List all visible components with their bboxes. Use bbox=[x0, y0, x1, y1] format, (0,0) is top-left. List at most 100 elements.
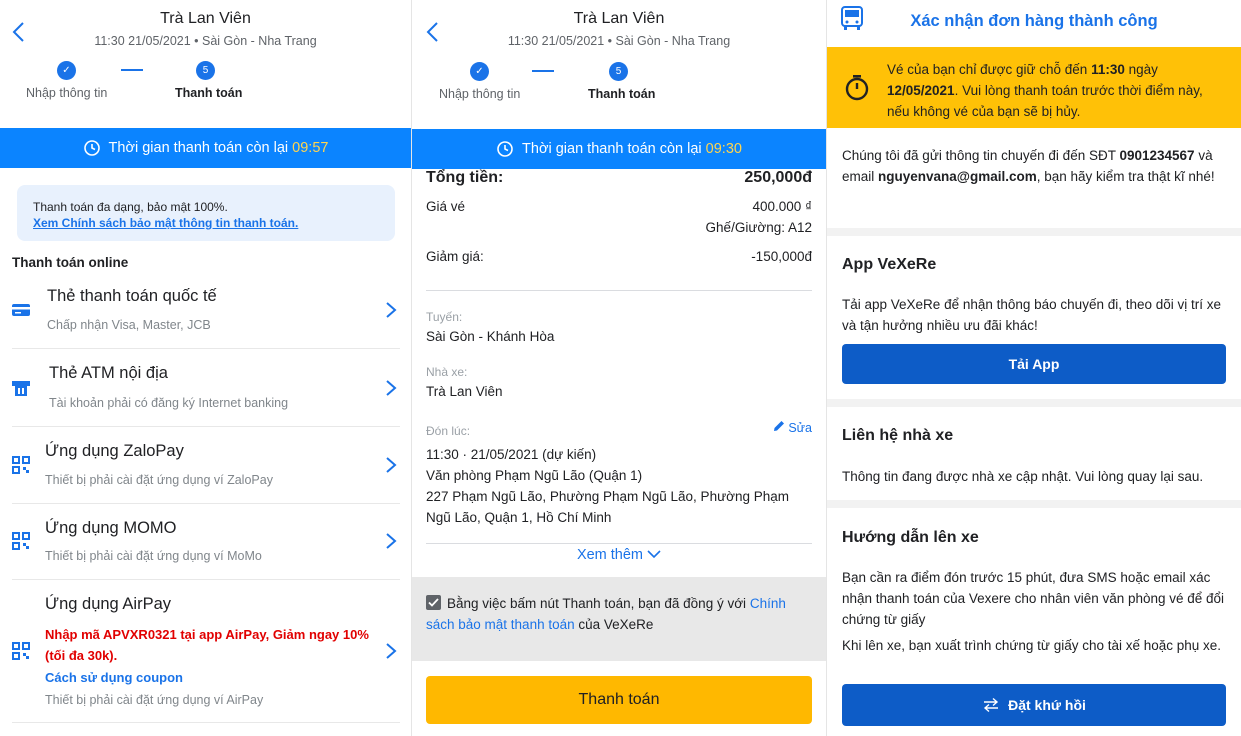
show-more-label: Xem thêm bbox=[576, 547, 644, 563]
qr-code-icon bbox=[12, 456, 30, 474]
timer-label: Thời gian thanh toán còn lại bbox=[108, 140, 289, 156]
sent-info: Chúng tôi đã gửi thông tin chuyến đi đến… bbox=[842, 145, 1226, 187]
step-current-number: 5 bbox=[609, 62, 628, 81]
method-name: Thẻ ATM nội địa bbox=[49, 364, 168, 382]
sent-text-1: Chúng tôi đã gửi thông tin chuyến đi đến… bbox=[842, 148, 1116, 163]
discount-label: Giảm giá: bbox=[426, 249, 484, 264]
confirmation-screen: Xác nhận đơn hàng thành công Vé của bạn … bbox=[827, 0, 1241, 736]
email-address: nguyenvana@gmail.com bbox=[878, 169, 1037, 184]
warn-text-2: ngày bbox=[1128, 62, 1158, 77]
price-label: Giá vé bbox=[426, 199, 466, 214]
app-section-title: App VeXeRe bbox=[842, 256, 937, 273]
pickup-address: 227 Phạm Ngũ Lão, Phường Phạm Ngũ Lão, P… bbox=[426, 489, 789, 525]
agree-checkbox[interactable] bbox=[426, 595, 441, 610]
step-payment-label: Thanh toán bbox=[588, 87, 656, 101]
payment-timer-bar: Thời gian thanh toán còn lại 09:57 bbox=[0, 128, 411, 168]
clock-icon bbox=[497, 141, 513, 157]
section-title: Thanh toán online bbox=[12, 255, 129, 270]
contact-section-title: Liên hệ nhà xe bbox=[842, 427, 954, 444]
security-notice: Thanh toán đa dạng, bảo mật 100%. Xem Ch… bbox=[17, 185, 395, 241]
total-label: Tổng tiền: bbox=[426, 169, 504, 186]
section-separator bbox=[827, 399, 1241, 407]
chevron-right-icon bbox=[386, 643, 397, 659]
guide-step-1: Bạn cần ra điểm đón trước 15 phút, đưa S… bbox=[842, 570, 1225, 627]
agree-suffix: của VeXeRe bbox=[578, 617, 654, 632]
header: Trà Lan Viên 11:30 21/05/2021 • Sài Gòn … bbox=[0, 0, 411, 128]
reservation-warning: Vé của bạn chỉ được giữ chỗ đến 11:30 ng… bbox=[827, 47, 1241, 128]
total-value: 250,000đ bbox=[744, 169, 812, 186]
timer-label: Thời gian thanh toán còn lại bbox=[522, 141, 702, 157]
step-payment-label: Thanh toán bbox=[175, 86, 243, 100]
method-name: Thẻ thanh toán quốc tế bbox=[47, 287, 217, 305]
method-desc: Thiết bị phải cài đặt ứng dụng ví AirPay bbox=[45, 693, 264, 707]
operator-label: Nhà xe: bbox=[426, 365, 468, 379]
swap-arrows-icon bbox=[984, 697, 999, 713]
edit-pickup-button[interactable]: Sửa bbox=[773, 420, 812, 435]
method-name: Ứng dụng ZaloPay bbox=[45, 442, 184, 460]
order-summary-screen: Trà Lan Viên 11:30 21/05/2021 • Sài Gòn … bbox=[412, 0, 826, 736]
warn-text-1: Vé của bạn chỉ được giữ chỗ đến bbox=[887, 62, 1088, 77]
chevron-right-icon bbox=[386, 457, 397, 473]
warn-time: 11:30 bbox=[1091, 62, 1125, 77]
download-app-button[interactable]: Tải App bbox=[842, 344, 1226, 384]
method-name: Ứng dụng AirPay bbox=[45, 595, 172, 613]
section-separator bbox=[827, 228, 1241, 236]
pickup-label: Đón lúc: bbox=[426, 424, 471, 438]
operator-value: Trà Lan Viên bbox=[426, 384, 503, 399]
timer-value: 09:57 bbox=[292, 140, 329, 156]
method-zalopay[interactable]: Ứng dụng ZaloPay Thiết bị phải cài đặt ứ… bbox=[12, 427, 400, 504]
method-atm-card[interactable]: Thẻ ATM nội địa Tài khoản phải có đăng k… bbox=[12, 349, 400, 427]
show-more-button[interactable]: Xem thêm bbox=[412, 547, 826, 563]
terms-agreement: Bằng việc bấm nút Thanh toán, bạn đã đồn… bbox=[412, 577, 826, 661]
checkmark-icon bbox=[428, 598, 439, 607]
header: Trà Lan Viên 11:30 21/05/2021 • Sài Gòn … bbox=[412, 0, 826, 128]
coupon-guide-link[interactable]: Cách sử dụng coupon bbox=[45, 670, 183, 685]
clock-icon bbox=[83, 140, 100, 156]
method-international-card[interactable]: Thẻ thanh toán quốc tế Chấp nhận Visa, M… bbox=[12, 272, 400, 349]
method-airpay[interactable]: Ứng dụng AirPay Nhập mã APVXR0321 tại ap… bbox=[12, 580, 400, 723]
guide-step-2: Khi lên xe, bạn xuất trình chứng từ giấy… bbox=[842, 638, 1222, 653]
qr-code-icon bbox=[12, 642, 30, 660]
chevron-right-icon bbox=[386, 533, 397, 549]
guide-section-title: Hướng dẫn lên xe bbox=[842, 529, 979, 546]
atm-card-icon bbox=[12, 381, 30, 396]
total-row: Tổng tiền: 250,000đ bbox=[426, 169, 812, 187]
privacy-policy-link[interactable]: Xem Chính sách bảo mật thông tin thanh t… bbox=[33, 215, 379, 231]
price-value: 400.000 ₫ bbox=[752, 199, 812, 214]
credit-card-icon bbox=[12, 304, 30, 316]
trip-subtitle: 11:30 21/05/2021 • Sài Gòn - Nha Trang bbox=[94, 34, 317, 48]
divider bbox=[426, 543, 812, 544]
method-desc: Tài khoản phải có đăng ký Internet banki… bbox=[49, 396, 289, 410]
book-return-label: Đặt khứ hồi bbox=[1008, 697, 1086, 713]
book-return-button[interactable]: Đặt khứ hồi bbox=[842, 684, 1226, 726]
divider bbox=[426, 290, 812, 291]
contact-description: Thông tin đang được nhà xe cập nhật. Vui… bbox=[842, 469, 1204, 484]
step-divider bbox=[532, 70, 554, 72]
chevron-right-icon bbox=[386, 302, 397, 318]
step-done-icon: ✓ bbox=[57, 61, 76, 80]
pickup-time: 11:30 · 21/05/2021 (dự kiến) bbox=[426, 447, 597, 462]
route-value: Sài Gòn - Khánh Hòa bbox=[426, 329, 555, 344]
sent-text-3: , bạn hãy kiểm tra thật kĩ nhé! bbox=[1036, 169, 1215, 184]
step-input-label: Nhập thông tin bbox=[26, 86, 108, 100]
step-done-icon: ✓ bbox=[470, 62, 489, 81]
payment-method-screen: Trà Lan Viên 11:30 21/05/2021 • Sài Gòn … bbox=[0, 0, 411, 736]
confirmation-title: Xác nhận đơn hàng thành công bbox=[910, 12, 1158, 30]
chevron-down-icon bbox=[647, 550, 661, 559]
method-desc: Thiết bị phải cài đặt ứng dụng ví ZaloPa… bbox=[45, 473, 273, 487]
timer-value: 09:30 bbox=[705, 141, 742, 157]
discount-value: -150,000đ bbox=[751, 249, 812, 264]
discount-row: Giảm giá: -150,000đ bbox=[426, 249, 812, 264]
qr-code-icon bbox=[12, 532, 30, 550]
method-desc: Chấp nhận Visa, Master, JCB bbox=[47, 318, 211, 332]
pickup-office: Văn phòng Phạm Ngũ Lão (Quận 1) bbox=[426, 468, 643, 483]
seat-value: Ghế/Giường: A12 bbox=[705, 220, 812, 235]
warn-date: 12/05/2021 bbox=[887, 83, 955, 98]
pay-button[interactable]: Thanh toán bbox=[426, 676, 812, 724]
phone-number: 0901234567 bbox=[1119, 148, 1195, 163]
method-momo[interactable]: Ứng dụng MOMO Thiết bị phải cài đặt ứng … bbox=[12, 504, 400, 580]
agree-prefix: Bằng việc bấm nút Thanh toán, bạn đã đồn… bbox=[447, 596, 747, 611]
trip-title: Trà Lan Viên bbox=[160, 10, 251, 27]
notice-text: Thanh toán đa dạng, bảo mật 100%. bbox=[33, 200, 228, 214]
chevron-right-icon bbox=[386, 380, 397, 396]
